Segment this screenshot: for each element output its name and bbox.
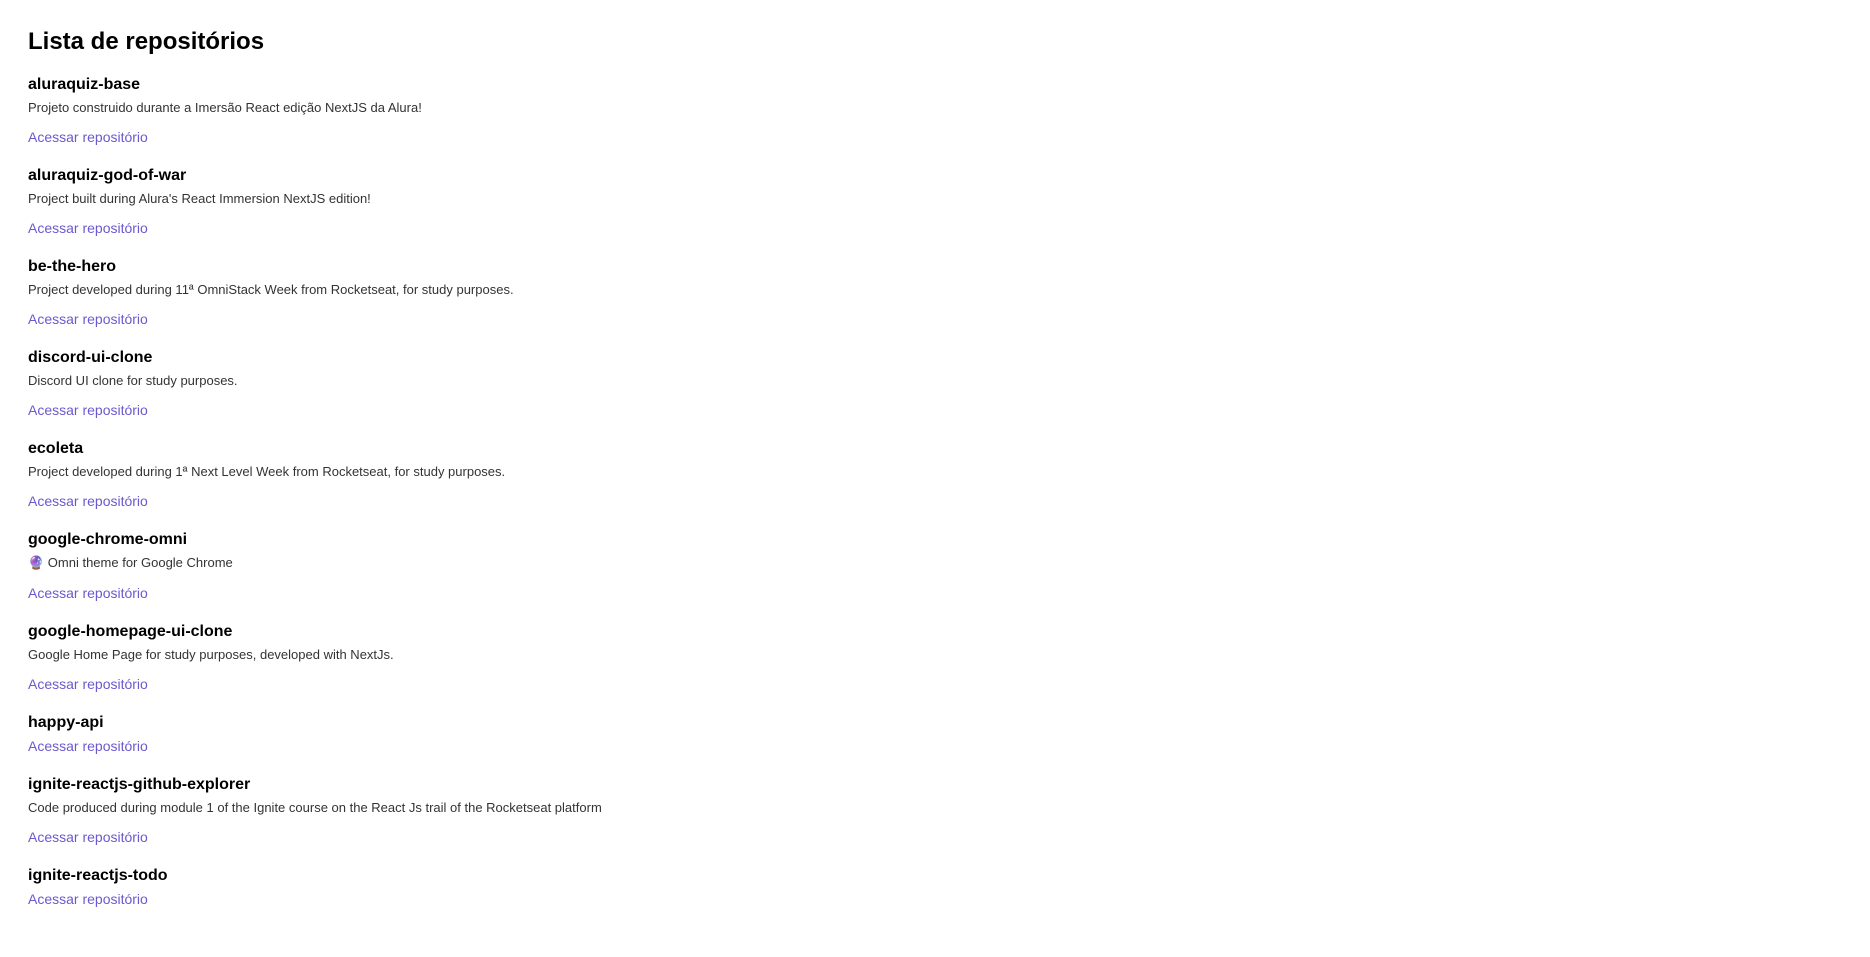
repository-item: happy-api Acessar repositório: [28, 714, 1842, 756]
repository-item: ignite-reactjs-todo Acessar repositório: [28, 867, 1842, 909]
repository-item: google-homepage-ui-clone Google Home Page…: [28, 623, 1842, 694]
access-repository-link[interactable]: Acessar repositório: [28, 493, 148, 509]
repository-item: ignite-reactjs-github-explorer Code produ…: [28, 776, 1842, 847]
repository-item: ecoleta Project developed during 1ª Next …: [28, 440, 1842, 511]
access-repository-link[interactable]: Acessar repositório: [28, 829, 148, 845]
repository-item: google-chrome-omni 🔮 Omni theme for Googl…: [28, 531, 1842, 603]
repository-item: aluraquiz-god-of-war Project built during…: [28, 167, 1842, 238]
repository-description: Code produced during module 1 of the Ign…: [28, 800, 1842, 815]
repository-name: google-chrome-omni: [28, 531, 1842, 549]
access-repository-link[interactable]: Acessar repositório: [28, 129, 148, 145]
access-repository-link[interactable]: Acessar repositório: [28, 891, 148, 907]
repository-name: happy-api: [28, 714, 1842, 732]
repository-description: Project built during Alura's React Immer…: [28, 191, 1842, 206]
repository-item: discord-ui-clone Discord UI clone for stu…: [28, 349, 1842, 420]
repository-name: ignite-reactjs-todo: [28, 867, 1842, 885]
repository-description: Projeto construido durante a Imersão Rea…: [28, 100, 1842, 115]
access-repository-link[interactable]: Acessar repositório: [28, 220, 148, 236]
repository-description: Google Home Page for study purposes, dev…: [28, 647, 1842, 662]
page-title: Lista de repositórios: [28, 28, 1842, 56]
repository-name: google-homepage-ui-clone: [28, 623, 1842, 641]
repository-item: aluraquiz-base Projeto construido durante…: [28, 76, 1842, 147]
repository-name: aluraquiz-god-of-war: [28, 167, 1842, 185]
repository-name: be-the-hero: [28, 258, 1842, 276]
repository-description: Discord UI clone for study purposes.: [28, 373, 1842, 388]
access-repository-link[interactable]: Acessar repositório: [28, 738, 148, 754]
access-repository-link[interactable]: Acessar repositório: [28, 585, 148, 601]
repository-list: aluraquiz-base Projeto construido durante…: [28, 76, 1842, 909]
repository-name: discord-ui-clone: [28, 349, 1842, 367]
repository-description: Project developed during 1ª Next Level W…: [28, 464, 1842, 479]
access-repository-link[interactable]: Acessar repositório: [28, 311, 148, 327]
repository-description: 🔮 Omni theme for Google Chrome: [28, 555, 1842, 571]
access-repository-link[interactable]: Acessar repositório: [28, 402, 148, 418]
repository-name: ecoleta: [28, 440, 1842, 458]
repository-item: be-the-hero Project developed during 11ª …: [28, 258, 1842, 329]
repository-name: aluraquiz-base: [28, 76, 1842, 94]
access-repository-link[interactable]: Acessar repositório: [28, 676, 148, 692]
repository-name: ignite-reactjs-github-explorer: [28, 776, 1842, 794]
repository-description: Project developed during 11ª OmniStack W…: [28, 282, 1842, 297]
